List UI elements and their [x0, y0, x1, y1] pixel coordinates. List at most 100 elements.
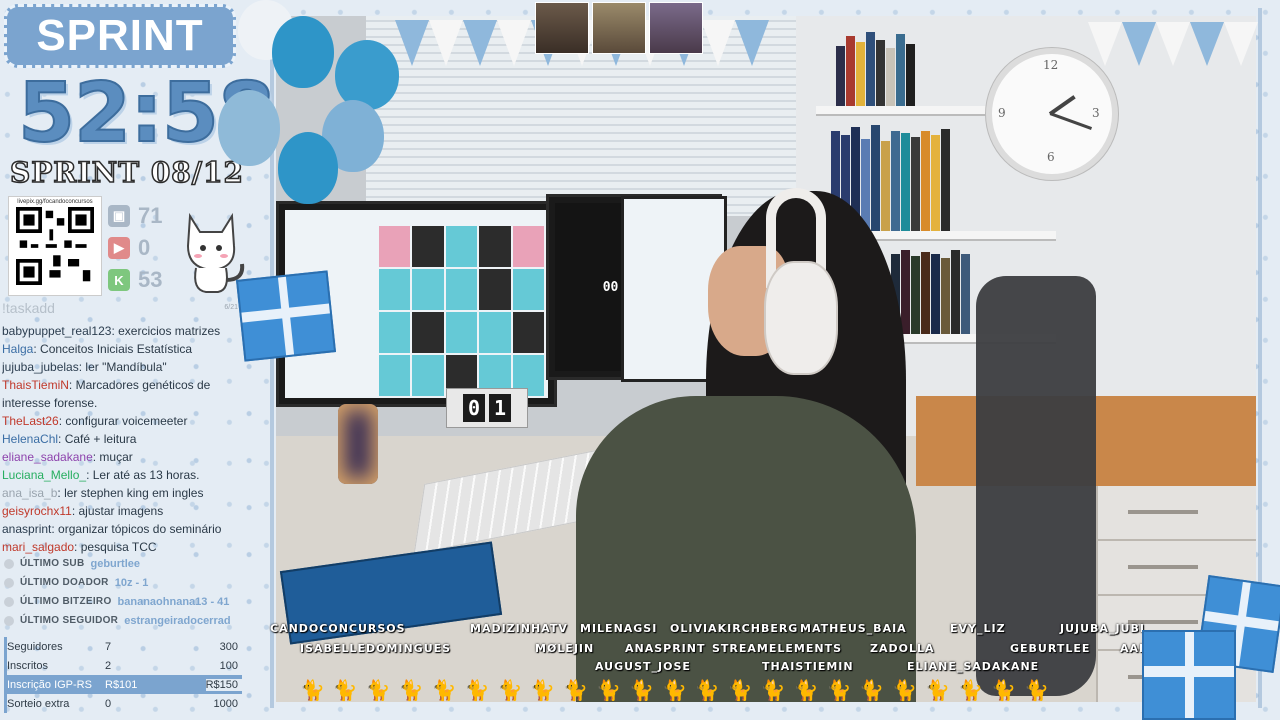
- donation-qr-code[interactable]: livepix.gg/focandoconcursos: [8, 196, 102, 296]
- task-separator: :: [74, 540, 81, 554]
- task-username: ana_isa_b: [2, 486, 58, 500]
- task-username: eliane_sadakane: [2, 450, 93, 464]
- qr-code-icon: [16, 207, 94, 285]
- task-username: anasprint: [2, 522, 52, 536]
- event-value: bananaohnana13 - 41: [117, 595, 230, 608]
- cat-icon: 🐈: [398, 680, 424, 702]
- credit-name: OLIVIAKIRCHBERG: [670, 622, 799, 635]
- goal-name: Inscrição IGP-RS: [7, 678, 92, 691]
- task-text: ajustar imagens: [78, 504, 164, 518]
- desk-lamp: [338, 404, 378, 484]
- credit-name: ZADOLLA: [870, 642, 935, 655]
- event-value: geburtlee: [90, 557, 140, 570]
- bunting-right: [1088, 22, 1258, 92]
- gift-box-icon: [1142, 630, 1236, 720]
- event-value: 10z - 1: [114, 576, 149, 589]
- goal-row: Sorteio extra 0 1000: [4, 694, 242, 713]
- cat-icon: 🐈: [464, 680, 490, 702]
- sprint-counter: SPRINT 08/12: [9, 155, 244, 190]
- cat-icon: 🐈: [925, 680, 951, 702]
- youtube-icon: ▶: [108, 237, 130, 259]
- twitch-viewers: ▣ 71: [108, 200, 162, 232]
- goal-bar: [4, 637, 7, 656]
- bookshelf-bottom: [891, 246, 970, 334]
- cat-parade: 🐈 🐈 🐈 🐈 🐈 🐈 🐈 🐈 🐈 🐈 🐈 🐈 🐈 🐈 🐈 🐈 🐈 🐈 🐈 🐈 🐈 🐈 🐈: [300, 678, 1049, 703]
- credit-name: GEBURTLEE: [1010, 642, 1091, 655]
- cat-icon: 🐈: [958, 680, 984, 702]
- task-text: Ler até as 13 horas.: [92, 468, 200, 482]
- event-dot-icon: [4, 577, 14, 588]
- goal-target: 1000: [213, 697, 238, 710]
- credit-name: AUGUST_JOSE: [595, 660, 691, 673]
- task-text: muçar: [99, 450, 133, 464]
- task-item: geisyrochx11: ajustar imagens: [2, 502, 244, 520]
- goal-target: 300: [219, 640, 238, 653]
- latest-event-row: ÚLTIMO BITZEIRO bananaohnana13 - 41: [4, 592, 244, 611]
- balloon: [272, 16, 334, 88]
- credit-name: ELIANE_SADAKANE: [907, 660, 1040, 673]
- goal-name: Seguidores: [7, 640, 63, 653]
- task-item: ana_isa_b: ler stephen king em ingles: [2, 484, 244, 502]
- guest-thumbnail[interactable]: [649, 2, 703, 54]
- goal-name: Sorteio extra: [7, 697, 70, 710]
- event-label: ÚLTIMO SEGUIDOR: [20, 615, 119, 626]
- cat-icon: 🐈: [596, 680, 622, 702]
- goal-target: 100: [219, 659, 238, 672]
- cat-icon: 🐈: [563, 680, 589, 702]
- credit-name: EVY_LIZ: [950, 622, 1006, 635]
- task-item: TheLast26: configurar voicemeeter: [2, 412, 244, 430]
- task-text: organizar tópicos do seminário: [58, 522, 222, 536]
- cat-icon: 🐈: [365, 680, 391, 702]
- latest-event-row: ÚLTIMO SUB geburtlee: [4, 554, 244, 573]
- task-item: ThaisTiemiN: Marcadores genéticos de int…: [2, 376, 244, 412]
- task-item: anasprint: organizar tópicos do seminári…: [2, 520, 244, 538]
- task-separator: :: [86, 468, 93, 482]
- cat-icon: 🐈: [661, 680, 687, 702]
- cat-icon: 🐈: [300, 680, 325, 702]
- task-list: babypuppet_real123: exercicios matrizes H…: [2, 322, 244, 556]
- cat-icon: 🐈: [859, 680, 885, 702]
- goal-current: 0: [105, 697, 112, 710]
- credit-name: MADIZINHATV: [470, 622, 568, 635]
- task-username: jujuba_jubelas: [2, 360, 79, 374]
- kick-icon: K: [108, 269, 130, 291]
- credit-name: THAISTIEMIN: [762, 660, 854, 673]
- task-text: pesquisa TCC: [80, 540, 157, 554]
- guest-thumbnail[interactable]: [535, 2, 589, 54]
- task-separator: :: [68, 378, 76, 392]
- taskadd-header: !taskadd 6/21: [2, 300, 238, 316]
- task-username: Halga: [2, 342, 34, 356]
- flip-clock: 01: [446, 388, 528, 428]
- event-dot-icon: [4, 558, 14, 569]
- task-text: exercicios matrizes: [118, 324, 221, 338]
- goal-name: Inscritos: [7, 659, 48, 672]
- credit-name: MATHEUS_BAIA: [800, 622, 907, 635]
- cat-icon: 🐈: [826, 680, 852, 702]
- goal-bar: [4, 675, 7, 694]
- cat-icon: 🐈: [497, 680, 523, 702]
- credit-name: ANASPRINT: [625, 642, 706, 655]
- cat-icon: 🐈: [431, 680, 457, 702]
- task-text: ler "Mandíbula": [85, 360, 167, 374]
- balloon: [335, 40, 399, 110]
- headphones: [764, 261, 838, 375]
- task-text: Conceitos Iniciais Estatística: [40, 342, 193, 356]
- latest-events: ÚLTIMO SUB geburtlee ÚLTIMO DOADOR 10z - 1 Ú…: [4, 554, 244, 630]
- cat-icon: 🐈: [892, 680, 918, 702]
- calendar-screen: [379, 226, 544, 396]
- task-username: mari_salgado: [2, 540, 75, 554]
- event-value: estrangeiradocerrad: [124, 614, 231, 627]
- credit-name: CANDOCONCURSOS: [270, 622, 406, 635]
- cat-icon: 🐈: [694, 680, 720, 702]
- bookshelf-top: [836, 26, 915, 106]
- balloon: [218, 90, 280, 166]
- latest-event-row: ÚLTIMO SEGUIDOR estrangeiradocerrad: [4, 611, 244, 630]
- task-text: ler stephen king em ingles: [64, 486, 204, 500]
- guest-thumbnail[interactable]: [592, 2, 646, 54]
- event-label: ÚLTIMO DOADOR: [20, 577, 109, 588]
- goal-target: R$150: [205, 678, 242, 691]
- credit-name: MØLEJIN: [535, 642, 595, 655]
- cat-icon: 🐈: [793, 680, 819, 702]
- task-username: TheLast26: [2, 414, 59, 428]
- cat-icon: 🐈: [1023, 680, 1049, 702]
